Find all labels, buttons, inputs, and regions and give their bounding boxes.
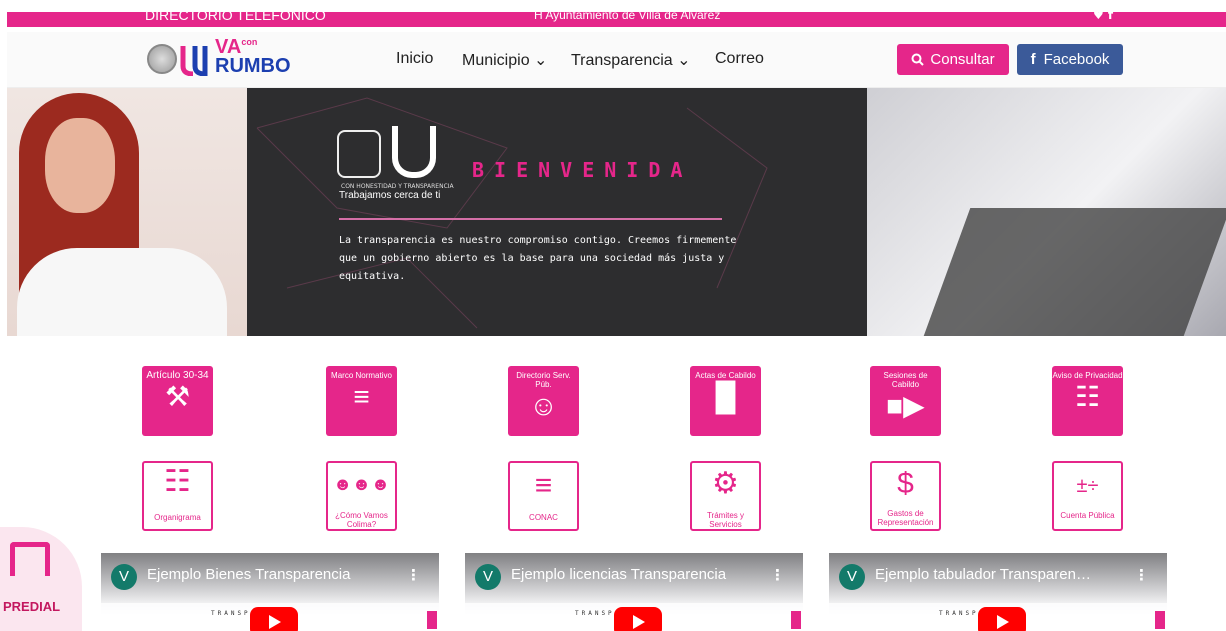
tile-directorio[interactable]: Directorio Serv. Púb. ☺ <box>508 366 579 436</box>
tile-sesiones-cabildo[interactable]: Sesiones de Cabildo ■▶ <box>870 366 941 436</box>
city-hall-label: H Ayuntamiento de Villa de Alvarez <box>534 8 721 22</box>
more-options-icon[interactable]: ⋮ <box>770 566 785 584</box>
top-bar: DIRECTORIO TELEFONICO H Ayuntamiento de … <box>7 7 1226 27</box>
divider <box>339 218 722 220</box>
social-icons[interactable]: ♥ f <box>1093 8 1113 22</box>
municipal-seal-logo[interactable] <box>147 44 177 74</box>
org-chart-icon: ☷ <box>164 465 191 498</box>
document-icon: ☷ <box>1074 381 1101 412</box>
more-options-icon[interactable]: ⋮ <box>406 566 421 584</box>
tile-como-vamos-colima[interactable]: ☻☻☻ ¿Cómo Vamos Colima? <box>326 461 397 531</box>
tile-articulo-30-34[interactable]: Artículo 30-34 ⚒ <box>142 366 213 436</box>
more-options-icon[interactable]: ⋮ <box>1134 566 1149 584</box>
channel-avatar[interactable]: V <box>475 564 501 590</box>
banner-title: BIENVENIDA <box>472 158 693 182</box>
tile-actas-cabildo[interactable]: Actas de Cabildo ▐▌ <box>690 366 761 436</box>
search-icon <box>911 53 925 66</box>
predial-widget[interactable]: PREDIAL <box>0 527 82 631</box>
video-camera-icon: ■▶ <box>886 390 925 421</box>
tile-cuenta-publica[interactable]: ±÷ Cuenta Pública <box>1052 461 1123 531</box>
navbar: VAcon RUMBO Inicio Municipio ⌄ Transpare… <box>7 32 1226 88</box>
facebook-icon: f <box>1030 51 1036 68</box>
gears-icon: ⚙ <box>712 467 739 500</box>
layers-icon: ≡ <box>353 381 370 412</box>
house-icon <box>10 542 50 576</box>
play-button[interactable] <box>978 607 1026 631</box>
channel-avatar[interactable]: V <box>839 564 865 590</box>
people-group-icon: ☻☻☻ <box>333 474 390 494</box>
tile-tramites-servicios[interactable]: ⚙ Trámites y Servicios <box>690 461 761 531</box>
nav-transparencia[interactable]: Transparencia ⌄ <box>571 50 691 70</box>
seal-icon <box>337 130 381 178</box>
motto: Trabajamos cerca de ti <box>339 190 441 201</box>
channel-avatar[interactable]: V <box>111 564 137 590</box>
nav-correo[interactable]: Correo <box>715 50 764 68</box>
video-title[interactable]: Ejemplo licencias Transparencia <box>511 566 761 583</box>
tile-gastos-representacion[interactable]: $ Gastos de Representación <box>870 461 941 531</box>
video-embed-licencias[interactable]: V Ejemplo licencias Transparencia ⋮ TRAN… <box>465 553 803 631</box>
video-title[interactable]: Ejemplo Bienes Transparencia <box>147 566 397 583</box>
banner-text: La transparencia es nuestro compromiso c… <box>339 235 737 282</box>
nav-inicio[interactable]: Inicio <box>396 50 433 68</box>
video-title[interactable]: Ejemplo tabulador Transparen… <box>875 566 1125 583</box>
video-embed-tabulador[interactable]: V Ejemplo tabulador Transparen… ⋮ TRANSP… <box>829 553 1167 631</box>
binders-icon: ▐▌ <box>705 381 746 412</box>
directory-link[interactable]: DIRECTORIO TELEFONICO <box>145 7 326 23</box>
u-logo-icon[interactable] <box>179 42 213 76</box>
tile-conac[interactable]: ≡ CONAC <box>508 461 579 531</box>
nav-municipio[interactable]: Municipio ⌄ <box>462 50 547 70</box>
u-logo-icon <box>392 126 436 178</box>
motto-small: CON HONESTIDAD Y TRANSPARENCIA <box>341 183 454 190</box>
va-con-rumbo-logo[interactable]: VAcon RUMBO <box>215 37 291 76</box>
coins-chart-icon: ≡ <box>534 469 553 502</box>
play-button[interactable] <box>250 607 298 631</box>
tile-marco-normativo[interactable]: Marco Normativo ≡ <box>326 366 397 436</box>
video-embed-bienes[interactable]: V Ejemplo Bienes Transparencia ⋮ TRANSPA… <box>101 553 439 631</box>
tile-organigrama[interactable]: ☷ Organigrama <box>142 461 213 531</box>
tile-aviso-privacidad[interactable]: Aviso de Privacidad ☷ <box>1052 366 1123 436</box>
mayor-photo <box>7 88 247 336</box>
gavel-icon: ⚒ <box>164 381 191 412</box>
facebook-button[interactable]: f Facebook <box>1017 44 1123 75</box>
hero-banner: CON HONESTIDAD Y TRANSPARENCIA Trabajamo… <box>7 88 1226 336</box>
calculator-icon: ±÷ <box>1076 475 1099 497</box>
geometric-pattern <box>256 97 768 329</box>
play-button[interactable] <box>614 607 662 631</box>
consultar-button[interactable]: Consultar <box>897 44 1009 75</box>
users-icon: ☺ <box>529 390 558 421</box>
invoice-icon: $ <box>897 467 914 500</box>
